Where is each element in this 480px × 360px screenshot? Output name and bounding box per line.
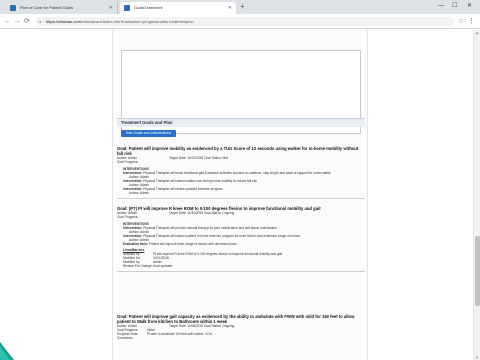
url-host: https://clinician.com — [46, 19, 81, 24]
browser-window: Plan of Care for Patient Goals ✕ GoalsTr… — [0, 0, 480, 360]
favicon-icon — [10, 5, 16, 11]
close-tab-icon[interactable]: ✕ — [228, 2, 232, 14]
close-window-button[interactable]: ✕ — [467, 1, 472, 11]
edit-goals-button[interactable]: Edit Goals and Interventions — [121, 130, 177, 137]
new-tab-button[interactable]: + — [240, 3, 245, 11]
intervention-text: Physical Therapist will provide manual t… — [143, 226, 277, 230]
brand-logo-icon — [0, 342, 14, 360]
favicon-icon — [124, 5, 130, 11]
intervention-text: Physical Therapist will review updated e… — [143, 187, 223, 191]
divider — [117, 198, 365, 199]
intervention-text: Patient will improve knee range of motio… — [149, 242, 237, 246]
intervention-item: Evaluation Note: Patient will improve kn… — [117, 242, 365, 246]
tab-plan-of-care[interactable]: Plan of Care for Patient Goals ✕ — [6, 2, 118, 14]
goal-block: Goal: Patient will improve gait capacity… — [117, 314, 365, 340]
goal-title[interactable]: Goal: Patient will improve mobility as e… — [117, 146, 365, 156]
field-row: Reason For Change: Goal updated — [117, 264, 365, 268]
intervention-item: Intervention: Physical Therapist will te… — [117, 171, 365, 175]
scroll-up-icon[interactable]: ▲ — [475, 30, 479, 35]
intervention-label: Evaluation Note: — [123, 242, 149, 246]
goal-block: Goal: (PT) Pt will improve R knee ROM to… — [117, 206, 365, 275]
divider — [117, 271, 365, 272]
browser-toolbar: ← → ⟳ ● https://clinician.com/clinicalca… — [0, 14, 480, 29]
intervention-text: Physical Therapist will instruct walker … — [143, 179, 258, 183]
page-scrollbar[interactable]: ▲ ▼ — [473, 30, 480, 360]
forward-arrow-icon[interactable]: → — [14, 17, 21, 26]
goal-progress: Goal Progress: — [117, 160, 139, 164]
scrollbar-thumb[interactable] — [475, 236, 480, 306]
treatment-plan-panel: Treatment Goals and Plan Edit Goals and … — [112, 30, 368, 360]
intervention-text: Physical Therapist will instruct patient… — [143, 234, 301, 238]
back-arrow-icon[interactable]: ← — [4, 17, 11, 26]
field-key: Reason For Change: — [123, 264, 153, 268]
tab-goals-treatment[interactable]: GoalsTreatment ✕ — [120, 2, 236, 14]
comments-label: Comments — [117, 336, 133, 340]
goal-block: Goal: Patient will improve mobility as e… — [117, 146, 365, 202]
minimize-button[interactable]: — — [438, 1, 444, 11]
section-header: Treatment Goals and Plan — [117, 118, 365, 127]
page-viewport: Treatment Goals and Plan Edit Goals and … — [0, 30, 480, 360]
lock-icon: ● — [39, 19, 42, 24]
goal-progress: Goal Progress: — [117, 215, 139, 219]
address-bar[interactable]: ● https://clinician.com/clinicalcare/ind… — [36, 17, 454, 26]
maximize-button[interactable]: ☐ — [452, 1, 457, 11]
intervention-author: Author: Admin — [129, 191, 150, 195]
scroll-down-icon[interactable]: ▼ — [475, 355, 479, 360]
tab-bar: Plan of Care for Patient Goals ✕ GoalsTr… — [0, 0, 480, 14]
tab-label: GoalsTreatment — [134, 5, 163, 10]
reload-icon[interactable]: ⟳ — [24, 17, 30, 26]
bookmark-star-icon[interactable]: ☆ — [458, 17, 464, 26]
kebab-menu-icon[interactable]: ⋮ — [468, 17, 475, 26]
goal-title[interactable]: Goal: Patient will improve gait capacity… — [117, 314, 365, 324]
intervention-text: Physical Therapist will teach functional… — [143, 171, 331, 175]
url-path: /clinicalcare/index.cfm?fuseaction=progr… — [80, 19, 194, 24]
field-value: Goal updated — [153, 264, 173, 268]
tab-label: Plan of Care for Patient Goals — [20, 5, 74, 10]
close-tab-icon[interactable]: ✕ — [109, 2, 113, 14]
